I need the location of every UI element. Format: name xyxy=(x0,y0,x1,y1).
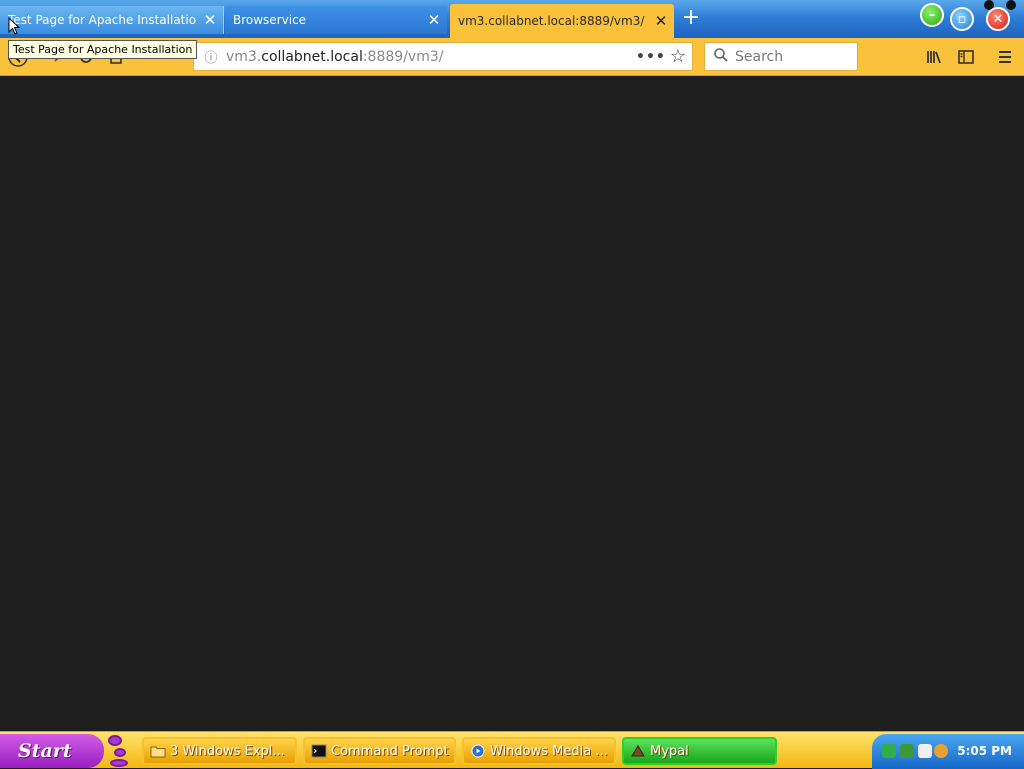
new-tab-button[interactable]: + xyxy=(678,6,704,32)
start-button[interactable]: Start xyxy=(0,734,104,768)
folder-icon xyxy=(150,744,166,758)
ear-decoration xyxy=(1006,0,1016,10)
taskbar-item-label: Windows Media ... xyxy=(490,743,608,759)
sidebar-icon[interactable] xyxy=(956,47,976,67)
url-text[interactable]: vm3.collabnet.local:8889/vm3/ xyxy=(222,49,636,65)
more-icon[interactable]: ••• xyxy=(636,49,665,65)
tab-label: Test Page for Apache Installation xyxy=(8,13,197,27)
tab-strip: Test Page for Apache Installation ✕ Brow… xyxy=(0,0,1024,38)
network-icon[interactable] xyxy=(882,744,896,758)
tab-label: Browservice xyxy=(233,13,307,27)
search-box[interactable] xyxy=(704,42,858,71)
tab-browservice[interactable]: Browservice ✕ xyxy=(225,6,447,34)
star-icon[interactable]: ☆ xyxy=(664,46,692,67)
url-host: collabnet.local xyxy=(261,48,363,65)
clock[interactable]: 5:05 PM xyxy=(957,734,1012,769)
close-window-button[interactable]: ✕ xyxy=(986,7,1010,31)
taskbar-item-mypal[interactable]: Mypal xyxy=(622,737,777,765)
close-icon[interactable]: ✕ xyxy=(648,12,674,30)
close-icon[interactable]: ✕ xyxy=(197,11,223,29)
close-icon[interactable]: ✕ xyxy=(421,11,447,29)
taskbar-item-label: 3 Windows Expl... xyxy=(170,743,285,759)
start-decoration xyxy=(110,759,128,767)
tab-vm3-active[interactable]: vm3.collabnet.local:8889/vm3/ ✕ xyxy=(450,4,674,38)
search-tray-icon[interactable] xyxy=(934,744,948,758)
info-icon[interactable]: ⓘ xyxy=(200,47,222,66)
page-content[interactable] xyxy=(0,77,1024,731)
search-input[interactable] xyxy=(733,47,851,66)
tray-app-icon[interactable] xyxy=(900,744,914,758)
start-decoration xyxy=(108,735,122,746)
menu-icon[interactable] xyxy=(995,47,1015,67)
tab-tooltip: Test Page for Apache Installation xyxy=(8,40,198,59)
taskbar-item-windows-explorer[interactable]: 3 Windows Expl... xyxy=(142,737,297,765)
volume-icon[interactable] xyxy=(918,744,932,758)
minimize-button[interactable]: – xyxy=(920,3,944,27)
mypal-icon xyxy=(630,744,646,758)
media-player-icon xyxy=(470,744,486,758)
maximize-button[interactable]: ▫ xyxy=(950,7,974,31)
library-icon[interactable] xyxy=(924,47,944,67)
start-decoration xyxy=(114,748,126,757)
url-suffix: :8889/vm3/ xyxy=(362,48,444,65)
cmd-icon xyxy=(311,744,327,758)
taskbar-item-label: Command Prompt xyxy=(331,743,449,759)
taskbar-item-label: Mypal xyxy=(650,743,689,759)
mouse-cursor-icon xyxy=(8,16,21,35)
url-bar[interactable]: ⓘ vm3.collabnet.local:8889/vm3/ ••• ☆ xyxy=(193,42,693,71)
taskbar-item-command-prompt[interactable]: Command Prompt xyxy=(303,737,456,765)
taskbar-item-windows-media-player[interactable]: Windows Media ... xyxy=(462,737,616,765)
system-tray: 5:05 PM xyxy=(872,734,1024,769)
url-prefix: vm3. xyxy=(226,48,262,65)
taskbar: Start 3 Windows Expl... Command Prompt W… xyxy=(0,731,1024,769)
tab-apache-test-page[interactable]: Test Page for Apache Installation ✕ xyxy=(0,6,224,34)
tab-label: vm3.collabnet.local:8889/vm3/ xyxy=(458,14,645,28)
search-icon xyxy=(709,47,733,67)
